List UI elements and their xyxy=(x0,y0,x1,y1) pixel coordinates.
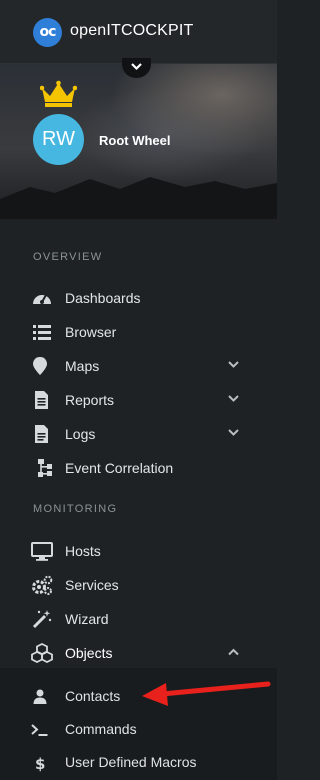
terminal-icon xyxy=(31,724,48,736)
nav-item-label: Logs xyxy=(65,426,96,442)
app-title[interactable]: openITCOCKPIT xyxy=(70,22,194,40)
nav-item-logs[interactable]: Logs xyxy=(0,418,277,450)
nav-item-label: User Defined Macros xyxy=(65,754,197,770)
nav-item-label: Objects xyxy=(65,645,113,661)
dashboard-gauge-icon xyxy=(33,294,51,304)
file-icon xyxy=(35,425,48,443)
top-bar: oc openITCOCKPIT xyxy=(0,0,277,64)
nav-item-label: Contacts xyxy=(65,688,121,704)
nav-item-reports[interactable]: Reports xyxy=(0,384,277,416)
map-marker-icon xyxy=(33,357,47,375)
user-name[interactable]: Root Wheel xyxy=(99,133,171,148)
cubes-icon xyxy=(31,643,53,663)
chevron-down-icon xyxy=(228,361,239,368)
avatar[interactable]: RW xyxy=(33,114,84,165)
nav-item-label: Dashboards xyxy=(65,290,141,306)
nav-item-objects[interactable]: Objects xyxy=(0,637,277,669)
nav-item-label: Wizard xyxy=(65,611,109,627)
magic-wand-icon xyxy=(32,610,52,629)
openitcockpit-logo-icon[interactable]: oc xyxy=(33,18,62,47)
nav-item-user-defined-macros[interactable]: $ User Defined Macros xyxy=(0,746,277,778)
chevron-down-icon xyxy=(228,429,239,436)
cogs-icon xyxy=(32,575,53,595)
file-text-icon xyxy=(35,391,48,409)
section-overview: OVERVIEW xyxy=(33,251,103,263)
nav-item-label: Reports xyxy=(65,392,115,408)
dollar-icon: $ xyxy=(35,755,45,772)
mountain-silhouette xyxy=(0,177,277,219)
nav-item-label: Services xyxy=(65,577,119,593)
desktop-icon xyxy=(31,542,53,561)
nav-item-maps[interactable]: Maps xyxy=(0,350,277,382)
svg-text:$: $ xyxy=(35,755,45,772)
nav-item-hosts[interactable]: Hosts xyxy=(0,535,277,567)
annotation-arrow-icon xyxy=(142,681,271,706)
chevron-down-icon xyxy=(228,395,239,402)
nav-item-label: Maps xyxy=(65,358,100,374)
nav-item-dashboards[interactable]: Dashboards xyxy=(0,282,277,314)
nav-item-label: Event Correlation xyxy=(65,460,174,476)
nav-item-event-correlation[interactable]: Event Correlation xyxy=(0,452,277,484)
nav-item-browser[interactable]: Browser xyxy=(0,316,277,348)
nav-item-commands[interactable]: Commands xyxy=(0,713,277,745)
crown-icon xyxy=(40,80,77,107)
user-icon xyxy=(33,689,47,704)
nav-item-label: Hosts xyxy=(65,543,101,559)
nav-item-services[interactable]: Services xyxy=(0,569,277,601)
section-monitoring: MONITORING xyxy=(33,503,118,515)
sitemap-icon xyxy=(38,459,52,477)
nav-item-label: Browser xyxy=(65,324,117,340)
chevron-up-icon xyxy=(228,648,239,656)
chevron-down-icon xyxy=(131,63,142,71)
nav-item-label: Commands xyxy=(65,721,137,737)
logo-text: oc xyxy=(39,24,57,40)
nav-item-wizard[interactable]: Wizard xyxy=(0,603,277,635)
list-icon xyxy=(33,325,51,340)
